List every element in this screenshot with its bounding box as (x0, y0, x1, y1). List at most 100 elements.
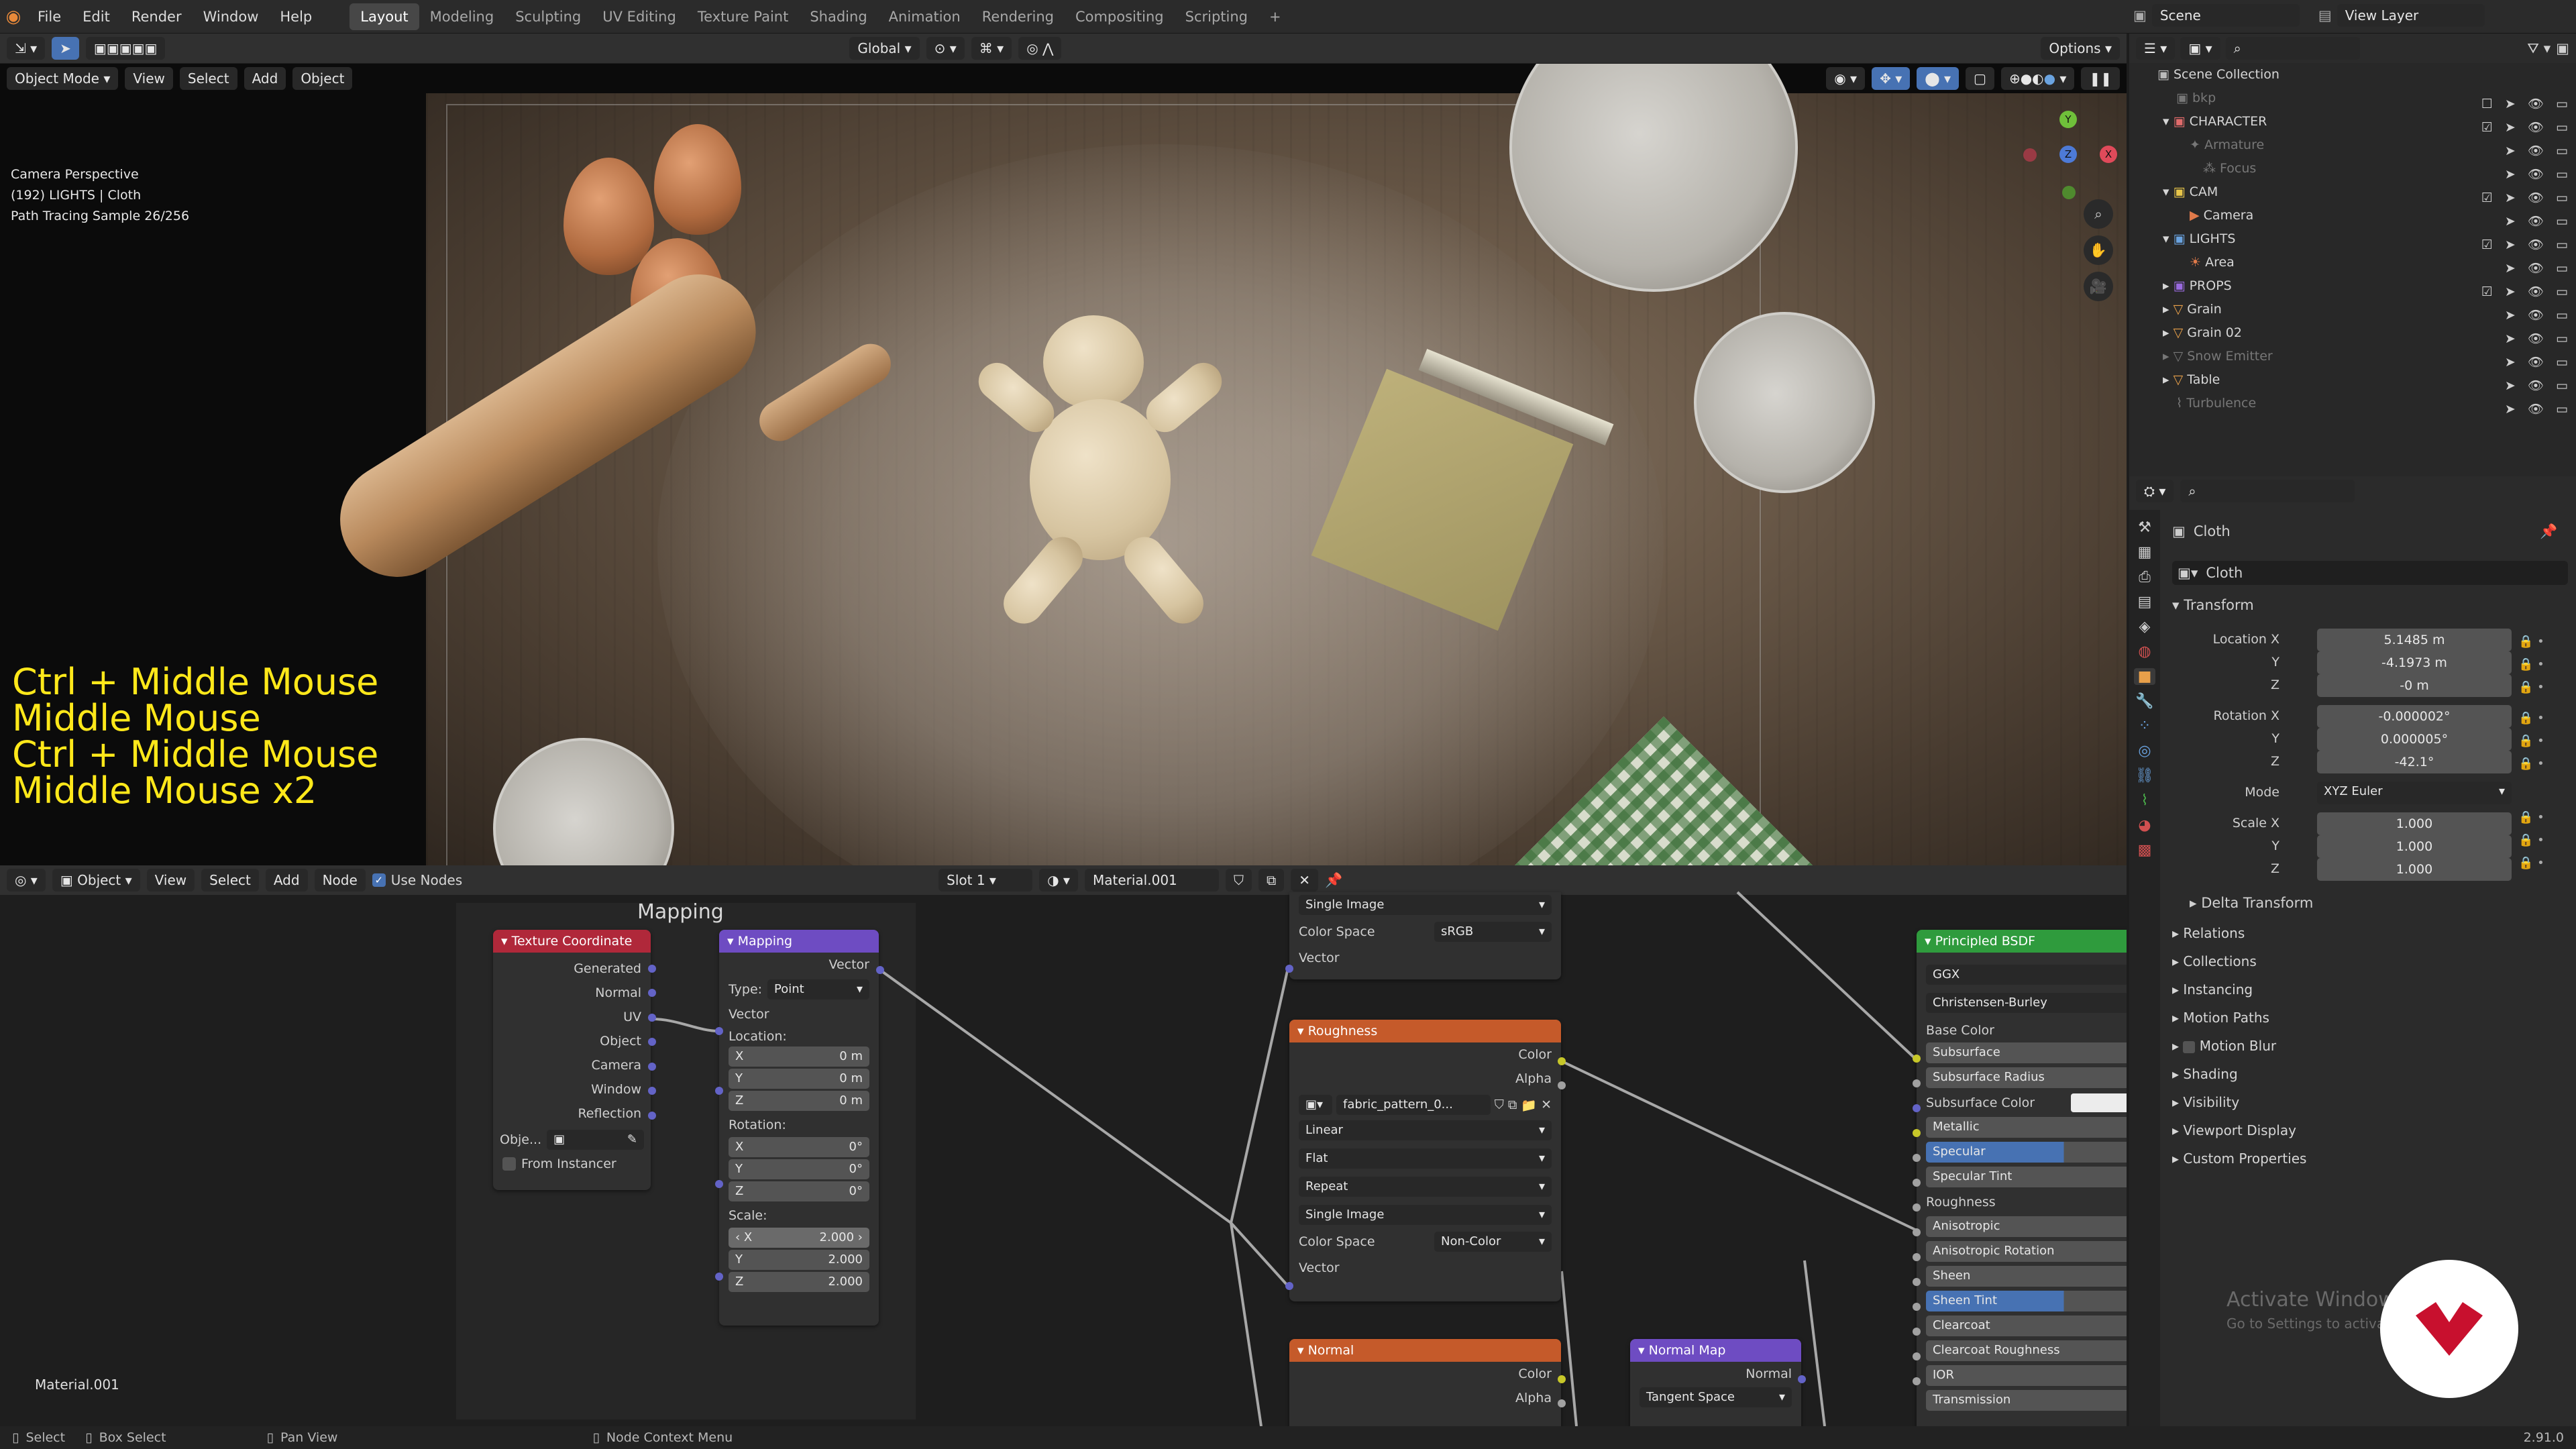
properties-search-input[interactable]: ⌕ (2180, 480, 2355, 502)
panel-viewport-display[interactable]: ▸ Viewport Display (2160, 1116, 2576, 1144)
expand-arrow-icon[interactable]: ▸ (2163, 349, 2174, 364)
socket-dot[interactable] (1913, 1278, 1921, 1286)
menu-window[interactable]: Window (193, 0, 270, 34)
space-dropdown[interactable]: Tangent Space ▾ (1640, 1387, 1792, 1407)
eyedropper-icon[interactable]: ✎ (627, 1130, 637, 1150)
node-header[interactable]: ▾ Roughness (1289, 1020, 1561, 1042)
socket-dot[interactable] (648, 1014, 656, 1022)
clearcoat-field[interactable]: Clearcoat (1926, 1316, 2127, 1336)
normal-map-node[interactable]: ▾ Normal Map Normal Tangent Space ▾ (1630, 1339, 1801, 1426)
panel-custom-properties[interactable]: ▸ Custom Properties (2160, 1144, 2576, 1173)
viewport-menu-add[interactable]: Add (244, 67, 286, 90)
gizmo-toggle-icon[interactable]: ✥ ▾ (1872, 67, 1911, 90)
location-x-field[interactable]: 5.1485 m (2317, 629, 2512, 651)
panel-visibility[interactable]: ▸ Visibility (2160, 1088, 2576, 1116)
node-header[interactable]: ▾ Mapping (719, 930, 879, 953)
metallic-field[interactable]: Metallic (1926, 1117, 2127, 1138)
principled-bsdf-node[interactable]: ▾ Principled BSDF GGX Christensen-Burley… (1917, 930, 2127, 1426)
socket-dot[interactable] (1913, 1328, 1921, 1336)
modifier-tab-icon[interactable]: 🔧 (2135, 693, 2153, 710)
location-x-field[interactable]: X0 m (729, 1046, 869, 1067)
select-mode-buttons[interactable]: ▣▣▣▣▣ (85, 37, 166, 60)
source-dropdown[interactable]: Single Image ▾ (1299, 1205, 1552, 1225)
data-tab-icon[interactable]: ⌇ (2141, 792, 2149, 809)
socket-dot[interactable] (1913, 1179, 1921, 1187)
expand-arrow-icon[interactable]: ▾ (2163, 184, 2174, 199)
socket-dot[interactable] (1913, 1203, 1921, 1212)
socket-dot[interactable] (715, 1087, 723, 1095)
tab-layout[interactable]: Layout (350, 3, 419, 30)
expand-arrow-icon[interactable]: ▸ (2163, 372, 2174, 387)
fake-user-icon[interactable]: ⛉ (1495, 1097, 1504, 1112)
rotation-x-field[interactable]: -0.000002° (2317, 705, 2512, 728)
scale-z-field[interactable]: 1.000 (2317, 858, 2512, 881)
tool-tab-icon[interactable]: ⚒ (2138, 519, 2151, 536)
panel-relations[interactable]: ▸ Relations (2160, 919, 2576, 947)
view-layer-tab-icon[interactable]: ▤ (2138, 594, 2152, 610)
transform-panel-header[interactable]: ▾ Transform (2172, 597, 2254, 613)
sheen-tint-field[interactable]: Sheen Tint (1926, 1291, 2127, 1311)
location-z-field[interactable]: -0 m (2317, 674, 2512, 697)
location-y-field[interactable]: Y0 m (729, 1069, 869, 1089)
specular-tint-field[interactable]: Specular Tint (1926, 1167, 2127, 1187)
panel-instancing[interactable]: ▸ Instancing (2160, 975, 2576, 1004)
tab-shading[interactable]: Shading (799, 3, 877, 30)
projection-dropdown[interactable]: Flat ▾ (1299, 1148, 1552, 1169)
object-picker-field[interactable]: ▣ ✎ (547, 1130, 644, 1150)
tab-texture-paint[interactable]: Texture Paint (687, 3, 800, 30)
constraints-tab-icon[interactable]: ⛓ (2135, 767, 2154, 784)
display-mode-dropdown[interactable]: ▣ ▾ (2180, 37, 2220, 60)
location-z-field[interactable]: Z0 m (729, 1091, 869, 1111)
snap-toggle[interactable]: ⌘ ▾ (971, 37, 1012, 60)
socket-dot[interactable] (876, 966, 884, 974)
scale-y-field[interactable]: 1.000 (2317, 835, 2512, 858)
socket-dot[interactable] (1913, 1352, 1921, 1360)
roughness-image-texture-node[interactable]: ▾ Roughness Color Alpha ▣▾ fabric_patter… (1289, 1020, 1561, 1301)
image-texture-node-top[interactable]: Single Image ▾ Color Space sRGB ▾ Vector (1289, 892, 1561, 979)
gizmo-z-axis[interactable]: Z (2059, 146, 2077, 163)
anisotropic-rotation-field[interactable]: Anisotropic Rotation (1926, 1241, 2127, 1262)
panel-shading[interactable]: ▸ Shading (2160, 1060, 2576, 1088)
node-header[interactable]: ▾ Normal (1289, 1339, 1561, 1362)
object-mode-dropdown[interactable]: Object Mode ▾ (7, 67, 119, 90)
tab-animation[interactable]: Animation (878, 3, 971, 30)
particles-tab-icon[interactable]: ⁘ (2139, 718, 2151, 735)
rotation-mode-dropdown[interactable]: XYZ Euler ▾ (2317, 782, 2512, 804)
socket-dot[interactable] (1558, 1057, 1566, 1065)
subsurface-color-swatch[interactable] (2071, 1093, 2127, 1112)
gizmo-neg-x[interactable] (2023, 148, 2037, 162)
socket-dot[interactable] (648, 1038, 656, 1046)
socket-dot[interactable] (1913, 1303, 1921, 1311)
viewport-menu-object[interactable]: Object (292, 67, 353, 90)
pause-render-icon[interactable]: ❚❚ (2081, 67, 2120, 90)
gizmo-neg-y[interactable] (2062, 186, 2076, 199)
socket-dot[interactable] (1285, 1282, 1293, 1290)
clearcoat-roughness-field[interactable]: Clearcoat Roughness (1926, 1340, 2127, 1361)
rotation-x-field[interactable]: X 0° (729, 1137, 869, 1157)
scale-x-field[interactable]: ‹ X 2.000 › (729, 1228, 869, 1248)
socket-dot[interactable] (648, 1112, 656, 1120)
panel-motion-paths[interactable]: ▸ Motion Paths (2160, 1004, 2576, 1032)
socket-dot[interactable] (1558, 1399, 1566, 1407)
filter-icon[interactable]: ⛛ ▾ (2527, 40, 2551, 57)
color-space-dropdown[interactable]: Non-Color ▾ (1434, 1232, 1552, 1252)
delta-transform-panel[interactable]: ▸ Delta Transform (2190, 895, 2313, 911)
outliner-search-input[interactable]: ⌕ (2225, 37, 2360, 60)
expand-arrow-icon[interactable]: ▸ (2163, 325, 2174, 340)
tab-rendering[interactable]: Rendering (971, 3, 1065, 30)
shading-modes[interactable]: ⊕●◐● ▾ (2000, 67, 2075, 90)
node-header[interactable]: ▾ Principled BSDF (1917, 930, 2127, 953)
viewport-menu-view[interactable]: View (125, 67, 173, 90)
output-tab-icon[interactable]: ⎙ (2139, 569, 2151, 586)
editor-type-button[interactable]: ☰ ▾ (2136, 37, 2176, 60)
socket-dot[interactable] (648, 1063, 656, 1071)
specular-field[interactable]: Specular (1926, 1142, 2127, 1163)
socket-dot[interactable] (1558, 1375, 1566, 1383)
add-workspace-icon[interactable]: + (1258, 3, 1292, 30)
object-name-field[interactable]: ▣▾ Cloth (2172, 561, 2568, 585)
world-tab-icon[interactable]: ◍ (2138, 643, 2151, 660)
shader-node-editor[interactable]: ◎ ▾ ▣ Object ▾ View Select Add Node ✓ Use… (0, 865, 2127, 1426)
subsurface-method-dropdown[interactable]: Christensen-Burley (1926, 993, 2127, 1013)
menu-file[interactable]: File (27, 0, 72, 34)
new-collection-icon[interactable]: ▣ (2556, 40, 2569, 56)
